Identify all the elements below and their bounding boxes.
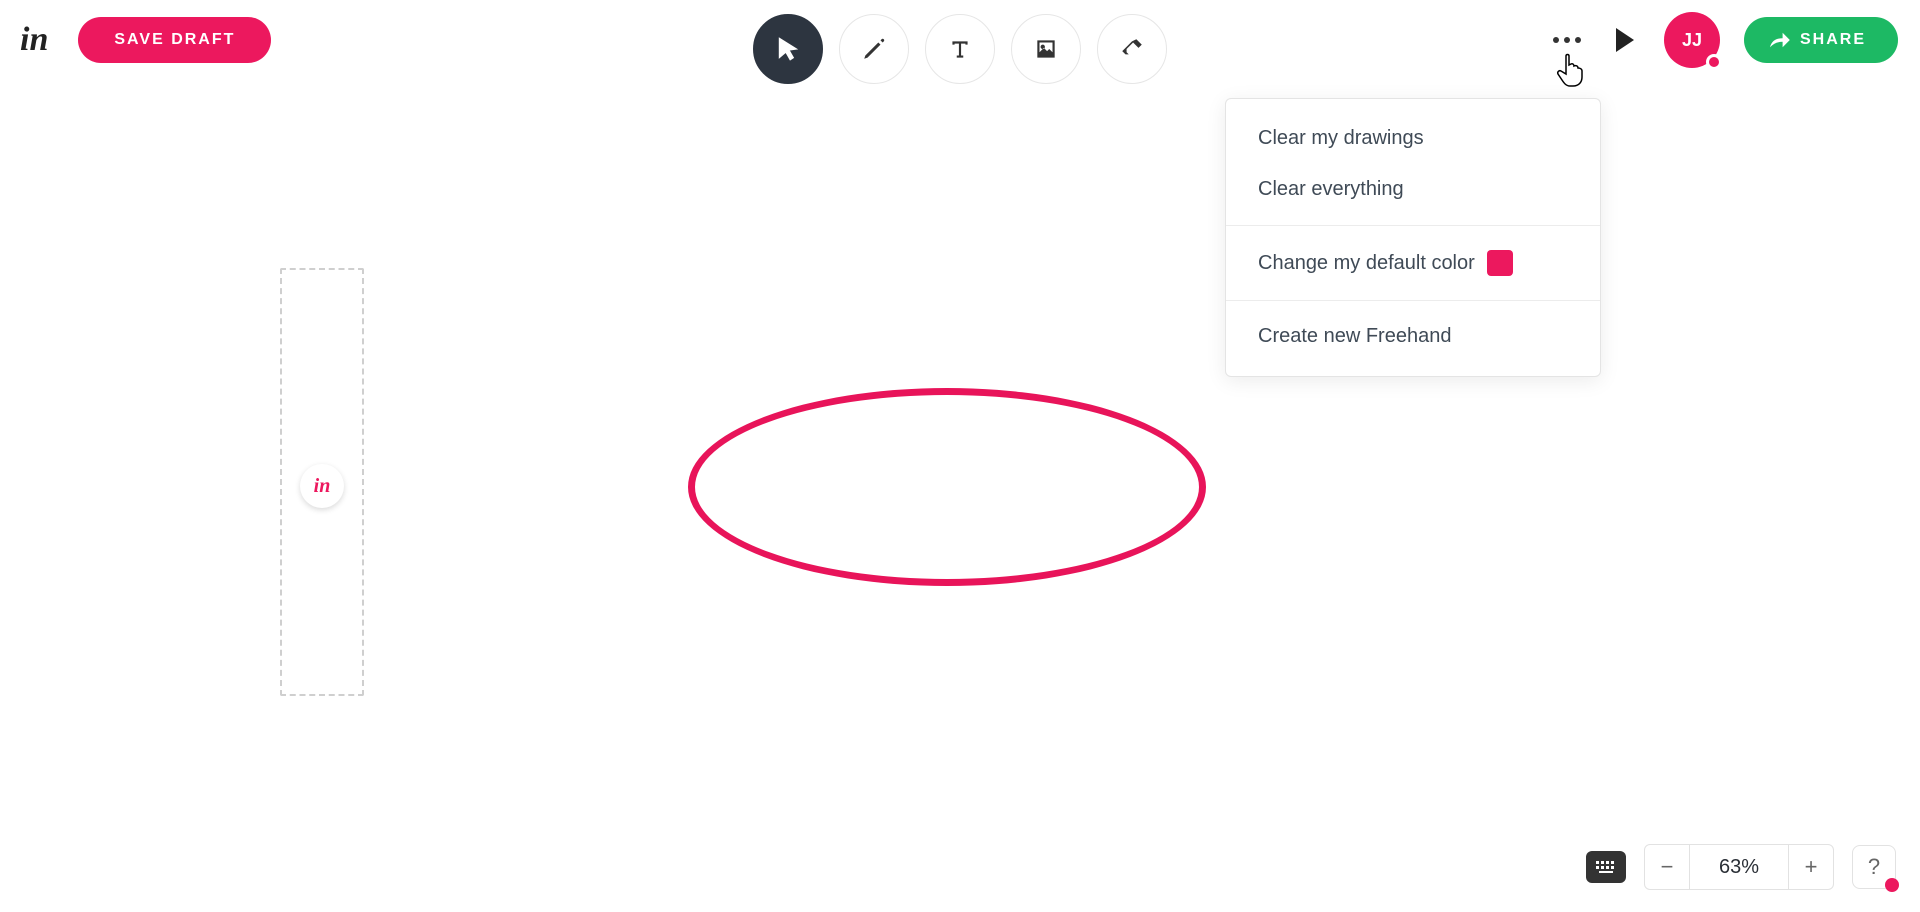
save-draft-button[interactable]: SAVE DRAFT — [78, 17, 271, 63]
zoom-control: − 63% + — [1644, 844, 1834, 890]
text-icon — [947, 36, 973, 62]
user-avatar[interactable]: JJ — [1664, 12, 1720, 68]
menu-separator — [1226, 225, 1600, 226]
menu-clear-my-drawings[interactable]: Clear my drawings — [1226, 113, 1600, 164]
menu-change-default-color[interactable]: Change my default color — [1226, 236, 1600, 290]
zoom-out-button[interactable]: − — [1645, 845, 1689, 889]
avatar-initials: JJ — [1682, 30, 1702, 51]
present-button[interactable] — [1610, 25, 1640, 55]
more-dropdown: Clear my drawings Clear everything Chang… — [1225, 98, 1601, 377]
presence-dot — [1706, 54, 1722, 70]
more-menu-button[interactable] — [1548, 21, 1586, 59]
default-color-swatch — [1487, 250, 1513, 276]
help-button[interactable]: ? — [1852, 845, 1896, 889]
canvas-ellipse-drawing[interactable] — [688, 388, 1206, 586]
help-label: ? — [1868, 854, 1880, 880]
pointer-tool-button[interactable] — [753, 14, 823, 84]
play-icon — [1614, 28, 1636, 52]
menu-clear-everything[interactable]: Clear everything — [1226, 164, 1600, 215]
tool-group — [753, 14, 1167, 84]
invision-logo: in — [20, 21, 48, 59]
keyboard-button[interactable] — [1586, 851, 1626, 883]
bottom-controls: − 63% + ? — [1586, 844, 1896, 890]
menu-create-new-freehand[interactable]: Create new Freehand — [1226, 311, 1600, 362]
image-icon — [1033, 36, 1059, 62]
share-button[interactable]: SHARE — [1744, 17, 1898, 63]
share-label: SHARE — [1800, 31, 1866, 49]
pencil-icon — [861, 36, 887, 62]
share-arrow-icon — [1768, 31, 1790, 49]
eraser-tool-button[interactable] — [1097, 14, 1167, 84]
help-notification-dot — [1885, 878, 1899, 892]
pencil-tool-button[interactable] — [839, 14, 909, 84]
text-tool-button[interactable] — [925, 14, 995, 84]
pointer-icon — [775, 36, 801, 62]
more-dots-icon — [1552, 35, 1582, 45]
zoom-value[interactable]: 63% — [1689, 845, 1789, 889]
image-tool-button[interactable] — [1011, 14, 1081, 84]
menu-change-color-label: Change my default color — [1258, 252, 1475, 275]
eraser-icon — [1119, 36, 1145, 62]
canvas-invision-badge: in — [300, 464, 344, 508]
zoom-in-button[interactable]: + — [1789, 845, 1833, 889]
keyboard-icon — [1593, 858, 1619, 876]
menu-separator-2 — [1226, 300, 1600, 301]
right-controls: JJ SHARE — [1548, 0, 1898, 80]
